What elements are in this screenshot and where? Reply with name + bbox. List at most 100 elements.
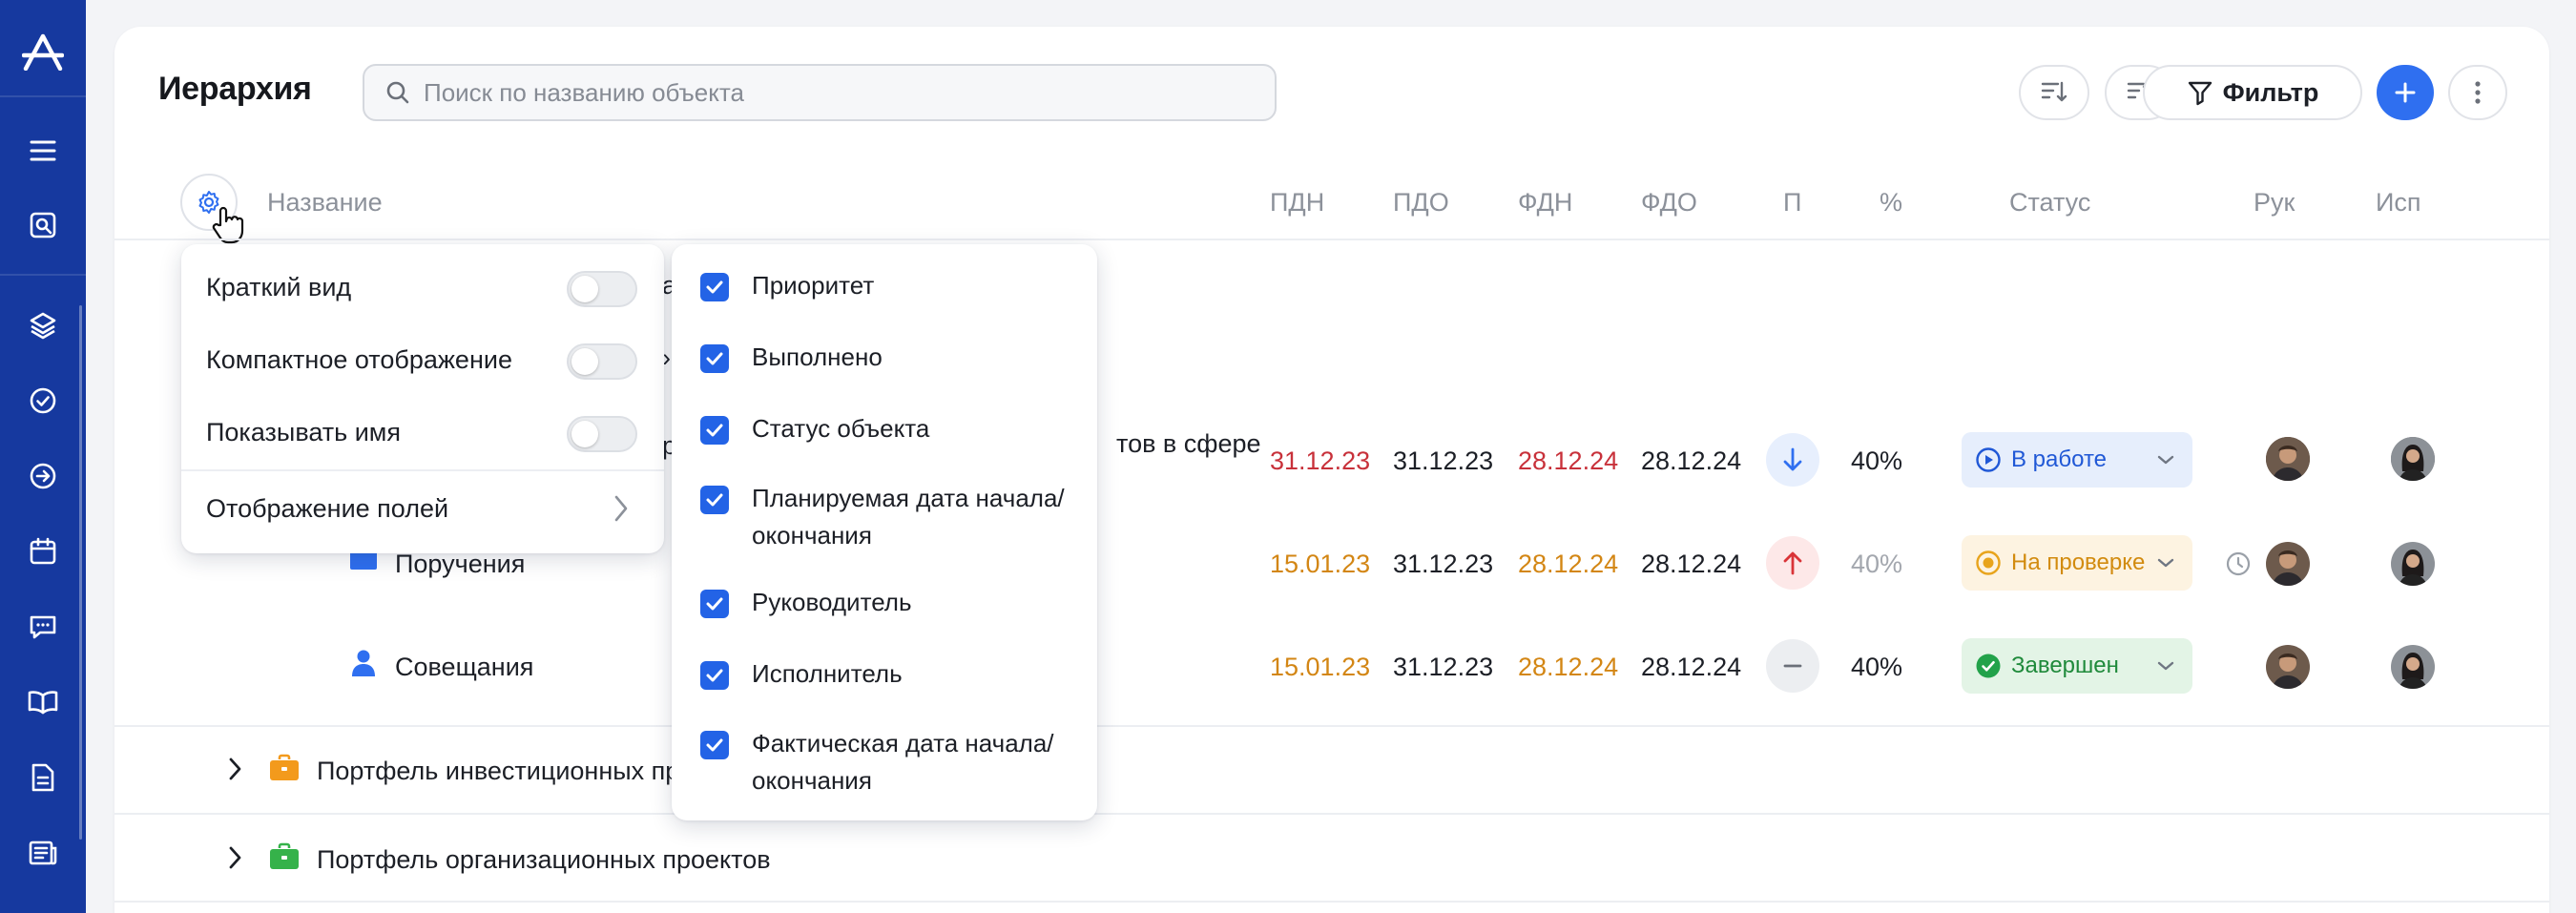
checkbox-checked[interactable] <box>700 416 729 445</box>
column-header-manager[interactable]: Рук <box>2254 188 2295 218</box>
avatar-manager[interactable] <box>2266 542 2310 586</box>
play-circle-icon <box>1976 447 2001 472</box>
calendar-icon[interactable] <box>24 532 62 571</box>
news-icon[interactable] <box>24 834 62 872</box>
column-header-fdo[interactable]: ФДО <box>1641 188 1697 218</box>
portfolio-name[interactable]: Портфель организационных проектов <box>317 845 771 875</box>
status-dropdown[interactable]: Завершен <box>1962 638 2192 694</box>
view-settings-menu: Краткий вид Компактное отображение Показ… <box>181 244 664 553</box>
sidebar <box>0 0 86 913</box>
filter-icon <box>2188 81 2212 106</box>
column-header-name[interactable]: Название <box>267 188 383 218</box>
app-logo[interactable] <box>0 21 86 82</box>
avatar-manager[interactable] <box>2266 437 2310 481</box>
minus-icon <box>1783 664 1802 668</box>
checkbox-checked[interactable] <box>700 273 729 301</box>
menu-item-show-name: Показывать имя <box>206 418 401 446</box>
book-icon[interactable] <box>24 683 62 721</box>
field-option-label: Фактическая дата начала/ окончания <box>752 729 1054 795</box>
field-option-manager[interactable]: Руководитель <box>700 588 1076 621</box>
avatar-executor[interactable] <box>2391 645 2435 689</box>
chevron-down-icon <box>2157 661 2174 671</box>
arrow-right-circle-icon[interactable] <box>24 457 62 495</box>
sidebar-scrollbar[interactable] <box>79 305 82 840</box>
priority-high-badge[interactable] <box>1766 536 1819 590</box>
chevron-right-icon[interactable] <box>227 845 242 870</box>
menu-icon[interactable] <box>24 132 62 170</box>
checkbox-checked[interactable] <box>700 731 729 759</box>
cell-pdn: 15.01.23 <box>1270 653 1371 681</box>
field-option-label: Исполнитель <box>752 659 903 688</box>
show-name-toggle[interactable] <box>567 416 637 452</box>
field-option-priority[interactable]: Приоритет <box>700 271 1076 304</box>
row-divider <box>114 813 2549 815</box>
cell-pdn: 31.12.23 <box>1270 446 1371 475</box>
avatar-executor[interactable] <box>2391 437 2435 481</box>
person-icon <box>352 650 375 676</box>
menu-item-compact-view: Компактное отображение <box>206 345 512 374</box>
sort-descending-button[interactable] <box>2019 65 2089 120</box>
field-option-completed[interactable]: Выполнено <box>700 342 1076 376</box>
sidebar-divider <box>0 274 86 276</box>
check-circle-icon[interactable] <box>24 382 62 420</box>
chevron-right-icon[interactable] <box>613 494 630 523</box>
cell-fdn: 28.12.24 <box>1518 653 1619 681</box>
more-vertical-icon <box>2475 81 2481 104</box>
sidebar-divider <box>0 95 86 97</box>
checkbox-checked[interactable] <box>700 486 729 514</box>
search-screen-icon[interactable] <box>24 206 62 244</box>
checkbox-checked[interactable] <box>700 590 729 618</box>
menu-item-field-display[interactable]: Отображение полей <box>206 494 448 524</box>
row-name[interactable]: Поручения <box>395 550 525 579</box>
plus-icon <box>2395 82 2416 103</box>
row-name[interactable]: Совещания <box>395 653 533 682</box>
chevron-right-icon[interactable] <box>227 757 242 781</box>
search-input[interactable] <box>424 77 1244 108</box>
checkbox-checked[interactable] <box>700 661 729 690</box>
field-option-executor[interactable]: Исполнитель <box>700 659 1076 693</box>
menu-item-short-view: Краткий вид <box>206 273 352 301</box>
menu-divider <box>181 469 664 471</box>
row-name-fragment[interactable]: тов в сфере <box>1116 429 1261 459</box>
field-option-planned-dates[interactable]: Планируемая дата начала/ окончания <box>700 484 1076 554</box>
column-header-fdn[interactable]: ФДН <box>1518 188 1572 218</box>
field-option-object-status[interactable]: Статус объекта <box>700 414 1076 447</box>
priority-low-badge[interactable] <box>1766 433 1819 487</box>
compact-view-toggle[interactable] <box>567 343 637 380</box>
field-option-label: Выполнено <box>752 342 883 371</box>
status-dropdown[interactable]: На проверке <box>1962 535 2192 591</box>
short-view-toggle[interactable] <box>567 271 637 307</box>
field-option-actual-dates[interactable]: Фактическая дата начала/ окончания <box>700 729 1076 799</box>
avatar-executor[interactable] <box>2391 542 2435 586</box>
cell-fdo: 28.12.24 <box>1641 653 1742 681</box>
arrow-down-icon <box>1783 447 1802 471</box>
column-header-executor[interactable]: Исп <box>2376 188 2421 218</box>
briefcase-icon <box>270 754 299 780</box>
field-option-label: Руководитель <box>752 588 912 616</box>
status-label: В работе <box>2011 446 2108 472</box>
portfolio-name[interactable]: Портфель инвестиционных про <box>317 757 694 786</box>
column-header-priority[interactable]: П <box>1783 188 1801 218</box>
chevron-down-icon <box>2157 455 2174 465</box>
priority-none-badge[interactable] <box>1766 639 1819 693</box>
avatar-manager[interactable] <box>2266 645 2310 689</box>
column-header-percent[interactable]: % <box>1880 188 1902 218</box>
cell-percent: 40% <box>1851 446 1903 475</box>
status-dropdown[interactable]: В работе <box>1962 432 2192 488</box>
more-options-button[interactable] <box>2448 65 2507 120</box>
column-header-status[interactable]: Статус <box>2009 188 2090 218</box>
layers-icon[interactable] <box>24 306 62 344</box>
filter-button[interactable]: Фильтр <box>2143 65 2362 120</box>
document-icon[interactable] <box>24 758 62 797</box>
chat-icon[interactable] <box>24 608 62 646</box>
add-button[interactable] <box>2377 65 2434 120</box>
clock-icon <box>2226 551 2251 576</box>
search-box[interactable] <box>363 64 1277 121</box>
column-header-pdo[interactable]: ПДО <box>1393 188 1449 218</box>
column-header-pdn[interactable]: ПДН <box>1270 188 1324 218</box>
field-option-label: Планируемая дата начала/ окончания <box>752 484 1065 550</box>
briefcase-icon <box>270 842 299 869</box>
checkbox-checked[interactable] <box>700 344 729 373</box>
status-label: Завершен <box>2011 653 2119 678</box>
cell-percent: 40% <box>1851 550 1903 578</box>
